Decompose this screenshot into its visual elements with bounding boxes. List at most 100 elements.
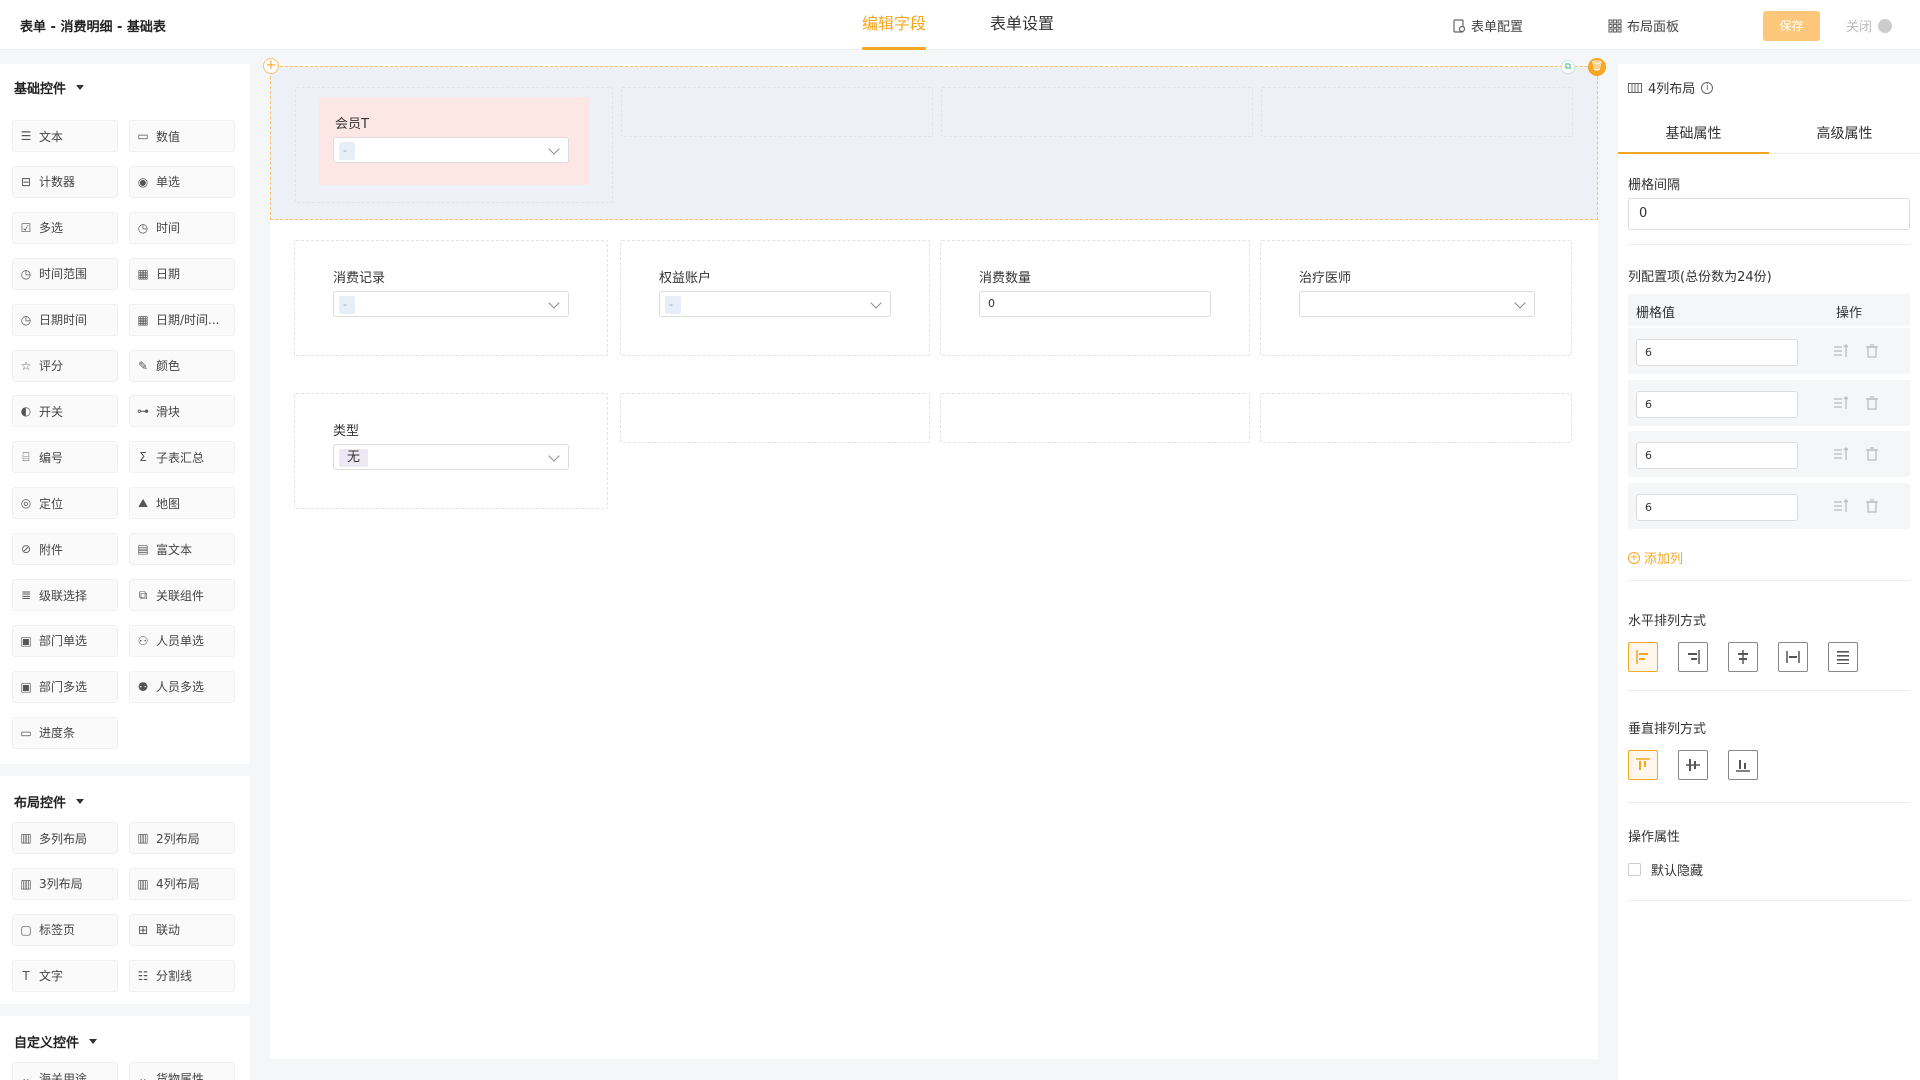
control-paperclip-item[interactable]: ⊘ 附件 [12,533,118,566]
control-clock-item[interactable]: ◷ 时间 [129,211,235,244]
type-select[interactable]: 无 [333,444,569,470]
control-department-item[interactable]: ▣ 部门多选 [12,670,118,703]
control-slider-item[interactable]: ⊶ 滑块 [129,395,235,428]
doctor-select[interactable] [1299,291,1535,317]
layout-column[interactable] [941,87,1253,137]
control-clock-item[interactable]: ◷ 时间范围 [12,257,118,290]
section-layout-controls[interactable]: 布局控件 [14,792,85,811]
benefit-account-select[interactable]: - [659,291,891,317]
control-chevron-down-item[interactable]: ⌄ 海关用途 [12,1062,118,1080]
column-span-input[interactable]: 6 [1636,494,1798,522]
field-member-t[interactable]: 会员T - [319,97,589,185]
control-richtext-item[interactable]: ▤ 富文本 [129,533,235,566]
layout-panel-button[interactable]: 布局面板 [1608,16,1679,35]
layout-column[interactable]: 消费数量 0 [940,240,1250,356]
consume-record-select[interactable]: - [333,291,569,317]
layout-column[interactable]: 治疗医师 [1260,240,1572,356]
control-map-item[interactable]: ⛰ 地图 [129,487,235,520]
info-icon[interactable]: i [1701,81,1714,94]
header-action: 操作 [1836,306,1863,321]
control-text-item[interactable]: ☰ 文本 [12,120,118,152]
layout-column[interactable]: 类型 无 [294,393,608,509]
tab-form-settings[interactable]: 表单设置 [990,0,1054,50]
control-columns-item[interactable]: ▥ 多列布局 [12,822,118,854]
control-dropper-item[interactable]: ✎ 颜色 [129,349,235,382]
control-chevron-down-item[interactable]: ⌄ 货物属性 [129,1062,235,1080]
sort-icon[interactable] [1833,446,1849,462]
trash-icon[interactable] [1864,395,1880,411]
control-sigma-item[interactable]: Σ 子表汇总 [129,441,235,474]
control-department-item[interactable]: ▣ 部门单选 [12,624,118,657]
align-justify-button[interactable] [1828,642,1858,672]
align-left-button[interactable] [1628,642,1658,672]
control-progress-item[interactable]: ▭ 进度条 [12,716,118,749]
control-link-item[interactable]: ⧉ 关联组件 [129,579,235,611]
layout-column[interactable] [1260,393,1572,443]
layout-column[interactable] [940,393,1250,443]
valign-top-button[interactable] [1628,750,1658,780]
control-cascade-item[interactable]: ≣ 级联选择 [12,579,118,611]
sort-icon[interactable] [1833,343,1849,359]
control-divider-item[interactable]: ☷ 分割线 [129,959,235,992]
column-span-input[interactable]: 6 [1636,339,1798,366]
control-checkbox-item[interactable]: ☑ 多选 [12,211,118,244]
default-hidden-checkbox-row[interactable]: 默认隐藏 [1628,860,1703,879]
control-tabs-item[interactable]: ▢ 标签页 [12,913,118,946]
selected-four-column-layout[interactable]: + ⧉ 🗑 会员T - [263,58,1606,220]
tab-basic-properties[interactable]: 基础属性 [1618,116,1769,154]
section-basic-controls[interactable]: 基础控件 [14,78,85,97]
control-clock-item[interactable]: ◷ 日期时间 [12,303,118,336]
layout-column[interactable] [1261,87,1573,137]
align-right-button[interactable] [1678,642,1708,672]
align-space-between-button[interactable] [1778,642,1808,672]
control-columns-item[interactable]: ▥ 2列布局 [129,822,235,854]
control-text-t-item[interactable]: T 文字 [12,959,118,992]
delete-icon[interactable]: 🗑 [1588,58,1606,76]
consume-quantity-input[interactable]: 0 [979,291,1211,317]
control-radio-item[interactable]: ◉ 单选 [129,165,235,198]
trash-icon[interactable] [1864,343,1880,359]
add-icon[interactable]: + [263,58,279,74]
layout-column[interactable] [621,87,933,137]
default-hidden-checkbox[interactable] [1628,863,1641,876]
trash-icon[interactable] [1864,446,1880,462]
valign-middle-button[interactable] [1678,750,1708,780]
save-button[interactable]: 保存 [1763,11,1820,41]
layout-column[interactable] [620,393,930,443]
control-switch-item[interactable]: ◐ 开关 [12,395,118,428]
tab-advanced-properties[interactable]: 高级属性 [1769,116,1920,153]
column-span-input[interactable]: 6 [1636,390,1798,418]
gap-input[interactable]: 0 [1628,198,1910,230]
control-user-item[interactable]: ⚇ 人员单选 [129,624,235,657]
tab-edit-fields[interactable]: 编辑字段 [862,0,927,50]
sort-icon[interactable] [1833,498,1849,514]
align-center-button[interactable] [1728,642,1758,672]
v-align-label: 垂直排列方式 [1628,722,1707,737]
control-calendar-item[interactable]: ▦ 日期/时间... [129,303,235,336]
layout-column[interactable]: 消费记录 - [294,240,608,356]
control-number-item[interactable]: ▭ 数值 [129,120,235,152]
close-toggle-icon [1878,18,1893,33]
form-config-button[interactable]: 表单配置 [1452,16,1523,35]
control-calendar-item[interactable]: ▦ 日期 [129,257,235,290]
section-custom-controls[interactable]: 自定义控件 [14,1032,98,1051]
trash-icon[interactable] [1864,498,1880,514]
close-button[interactable]: 关闭 [1846,16,1893,35]
control-users-item[interactable]: ⚉ 人员多选 [129,670,235,703]
control-columns-item[interactable]: ▥ 3列布局 [12,867,118,900]
member-t-select[interactable]: - [333,137,569,163]
add-column-button[interactable]: + 添加列 [1628,548,1683,567]
control-counter-item[interactable]: ⊟ 计数器 [12,165,118,198]
column-span-input[interactable]: 6 [1636,442,1798,470]
form-canvas[interactable]: + ⧉ 🗑 会员T - 消费记录 - 权益账户 - 消费数量 0 治疗医师 类型… [263,58,1606,1059]
layout-column[interactable]: 权益账户 - [620,240,930,356]
sort-icon[interactable] [1833,395,1849,411]
copy-icon[interactable]: ⧉ [1561,60,1575,74]
control-star-item[interactable]: ☆ 评分 [12,349,118,382]
control-location-item[interactable]: ◎ 定位 [12,487,118,520]
valign-bottom-button[interactable] [1728,750,1758,780]
control-grid-item[interactable]: ⊞ 联动 [129,913,235,946]
control-columns-item[interactable]: ▥ 4列布局 [129,867,235,900]
control-label: 定位 [39,496,64,511]
control-serial-item[interactable]: ⌸ 编号 [12,441,118,474]
